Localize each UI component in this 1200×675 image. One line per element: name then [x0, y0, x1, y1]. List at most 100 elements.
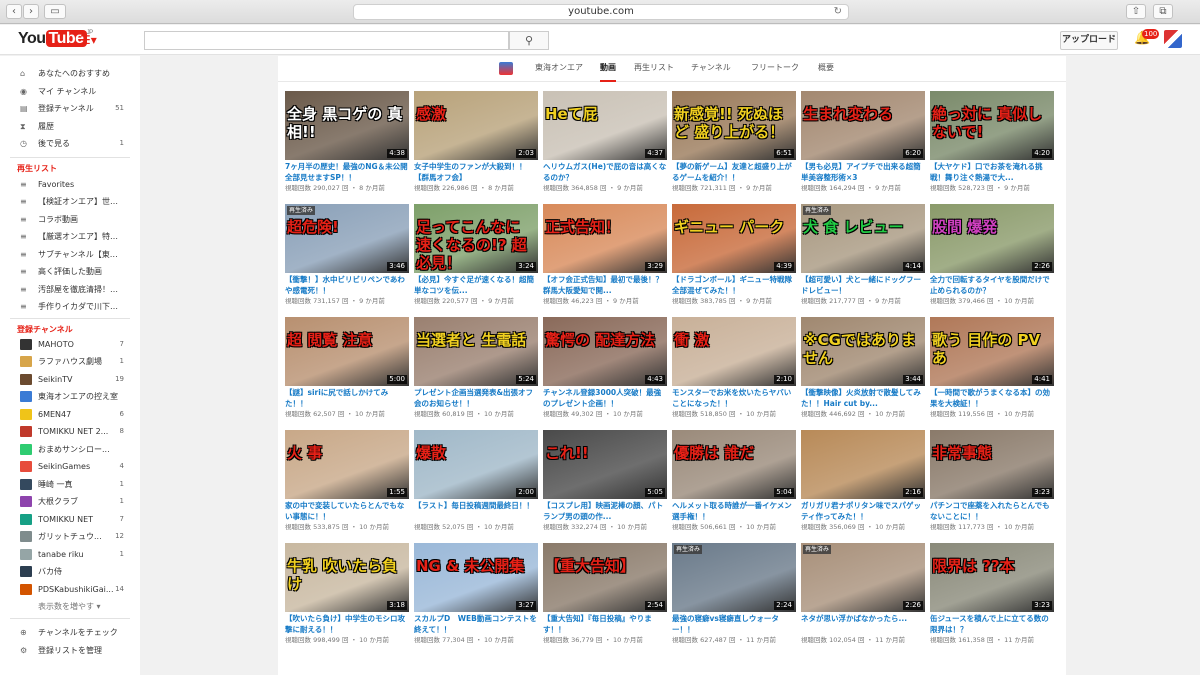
video-card[interactable]: 非常事態 3:23 パチンコで座薬を入れたらとんでもないことに！！ 視聴回数 117,… — [930, 430, 1054, 542]
sidebar-item[interactable]: ⧗ 履歴 — [0, 118, 140, 135]
video-thumbnail[interactable]: 優勝は 誰だ 5:04 — [672, 430, 796, 499]
video-thumbnail[interactable]: 再生済み 2:26 — [801, 543, 925, 612]
video-title[interactable]: 7ヶ月半の歴史！最強のNG＆未公開全部見せますSP！！ — [285, 162, 409, 184]
video-thumbnail[interactable]: 絶っ対に 真似しないで! 4:20 — [930, 91, 1054, 160]
show-more-link[interactable]: 表示数を増やす ▾ — [0, 598, 140, 615]
tab-about[interactable]: 概要 — [818, 56, 834, 82]
video-thumbnail[interactable]: 驚愕の 配達方法 4:43 — [543, 317, 667, 386]
video-thumbnail[interactable]: 超 閲覧 注意 5:00 — [285, 317, 409, 386]
video-thumbnail[interactable]: 衝 激 2:10 — [672, 317, 796, 386]
video-card[interactable]: Heて屁 4:37 ヘリウムガス(He)で屁の音は高くなるのか？ 視聴回数 364,8… — [543, 91, 667, 203]
search-button[interactable]: ⚲ — [509, 31, 549, 50]
sidebar-item[interactable]: ラファハウス劇場 1 — [0, 353, 140, 370]
video-card[interactable]: 限界は ??本 3:23 缶ジュースを積んで上に立てる数の限界は！？ 視聴回数 161… — [930, 543, 1054, 655]
sidebar-item[interactable]: ≡ 【検証オンエア】世界... — [0, 193, 140, 210]
video-card[interactable]: 正式告知！ 3:29 【オフ会正式告知】最初で最後！？群馬大阪愛知で開... 視聴回数… — [543, 204, 667, 316]
sidebar-item[interactable]: ◷ 後で見る 1 — [0, 135, 140, 152]
sidebar-item[interactable]: ⌂ あなたへのおすすめ — [0, 65, 140, 82]
sidebar-item[interactable]: ガリットチュウ... 12 — [0, 528, 140, 545]
address-bar[interactable]: youtube.com ↻ — [353, 4, 849, 20]
video-title[interactable]: 【衝撃映像】火炎放射で散髪してみた！！Hair cut by... — [801, 388, 925, 410]
sidebar-item[interactable]: tanabe riku 1 — [0, 546, 140, 563]
upload-button[interactable]: アップロード — [1060, 31, 1118, 50]
video-title[interactable]: 【コスプレ用】映画泥棒の顔、パトランプ男の頭の作... — [543, 501, 667, 523]
sidebar-item[interactable]: 6MEN47 6 — [0, 406, 140, 423]
sidebar-item[interactable]: MAHOTO 7 — [0, 336, 140, 353]
tab-videos[interactable]: 動画 — [600, 56, 616, 82]
channel-logo-icon[interactable] — [499, 62, 513, 75]
video-thumbnail[interactable]: 当選者と 生電話 5:24 — [414, 317, 538, 386]
video-thumbnail[interactable]: 爆散 2:00 — [414, 430, 538, 499]
tab-playlists[interactable]: 再生リスト — [634, 56, 674, 82]
video-title[interactable]: 缶ジュースを積んで上に立てる数の限界は！？ — [930, 614, 1054, 636]
sidebar-item[interactable]: ≡ サブチャンネル【東海... — [0, 246, 140, 263]
tab-channels[interactable]: チャンネル — [691, 56, 731, 82]
video-title[interactable]: 【男も必見】アイプチで出来る超簡単美容整形術×3 — [801, 162, 925, 184]
share-icon[interactable]: ⇧ — [1126, 4, 1146, 19]
sidebar-item[interactable]: ≡ 高く評価した動画 — [0, 263, 140, 280]
sidebar-item[interactable]: ◉ マイ チャンネル — [0, 83, 140, 100]
video-title[interactable]: 女子中学生のファンが大殺到！！【群馬オフ会】 — [414, 162, 538, 184]
video-card[interactable]: 当選者と 生電話 5:24 プレゼント企画当選発表&出張オフ会のお知らせ！！ 視聴回数… — [414, 317, 538, 429]
video-title[interactable]: スカルプD WEB動画コンテストを終えて！！ — [414, 614, 538, 636]
video-thumbnail[interactable]: 【重大告知】 2:54 — [543, 543, 667, 612]
sidebar-item[interactable]: バカ侍 — [0, 563, 140, 580]
video-thumbnail[interactable]: 歌う 目作の PVあ 4:41 — [930, 317, 1054, 386]
sidebar-item[interactable]: 大根クラブ 1 — [0, 493, 140, 510]
video-title[interactable]: 【必見】今すぐ足が速くなる！超簡単なコツを伝... — [414, 275, 538, 297]
tabs-icon[interactable]: ⧉ — [1153, 4, 1173, 19]
sidebar-item[interactable]: TOMIKKU NET 2... 8 — [0, 423, 140, 440]
video-card[interactable]: 衝 激 2:10 モンスターでお米を炊いたらヤバいことになった！！ 視聴回数 518,… — [672, 317, 796, 429]
video-card[interactable]: 足ってこんなに 速くなるの!? 超必見！ 3:24 【必見】今すぐ足が速くなる！超簡… — [414, 204, 538, 316]
video-title[interactable]: 【衝撃！】水中ビリビリペンであわや感電死！！ — [285, 275, 409, 297]
video-title[interactable]: チャンネル登録3000人突破！最強のプレゼント企画！！ — [543, 388, 667, 410]
video-thumbnail[interactable]: これ!! 5:05 — [543, 430, 667, 499]
sidebar-item[interactable]: 睡崎 一真 1 — [0, 476, 140, 493]
video-thumbnail[interactable]: 犬 食 レビュー 再生済み 4:14 — [801, 204, 925, 273]
sidebar-item[interactable]: ⊕ チャンネルをチェック — [0, 624, 140, 641]
video-thumbnail[interactable]: 牛乳 吹いたら負け 3:18 — [285, 543, 409, 612]
video-thumbnail[interactable]: 超危険! 再生済み 3:46 — [285, 204, 409, 273]
video-title[interactable]: 【大ヤケド】口でお茶を淹れる挑戦！舞り注ぐ熱湯で大... — [930, 162, 1054, 184]
sidebar-item[interactable]: ≡ 【厳選オンエア】特に... — [0, 228, 140, 245]
video-title[interactable]: 【ラスト】毎日投稿週間最終日！！ — [414, 501, 538, 523]
video-card[interactable]: 感激 2:03 女子中学生のファンが大殺到！！【群馬オフ会】 視聴回数 226,986… — [414, 91, 538, 203]
video-card[interactable]: ※CGではありません 3:44 【衝撃映像】火炎放射で散髪してみた！！Hair cu… — [801, 317, 925, 429]
video-thumbnail[interactable]: 感激 2:03 — [414, 91, 538, 160]
forward-button[interactable]: › — [23, 4, 39, 19]
video-title[interactable]: ヘルメット取る時誰が一番イケメン選手権！！ — [672, 501, 796, 523]
video-card[interactable]: 股間 爆発 2:26 全力で回転するタイヤを股間だけで止められるのか？ 視聴回数 37… — [930, 204, 1054, 316]
video-card[interactable]: NG & 未公開集 3:27 スカルプD WEB動画コンテストを終えて！！ 視聴回数 … — [414, 543, 538, 655]
video-card[interactable]: 優勝は 誰だ 5:04 ヘルメット取る時誰が一番イケメン選手権！！ 視聴回数 506,… — [672, 430, 796, 542]
video-thumbnail[interactable]: 新感覚!! 死ぬほど 盛り上がる！ 6:51 — [672, 91, 796, 160]
sidebar-toggle-icon[interactable]: ▭ — [44, 4, 66, 19]
sidebar-item[interactable]: TOMIKKU NET 7 — [0, 511, 140, 528]
video-card[interactable]: 爆散 2:00 【ラスト】毎日投稿週間最終日！！ 視聴回数 52,075 回 ・ 10… — [414, 430, 538, 542]
sidebar-item[interactable]: ⚙ 登録リストを管理 — [0, 642, 140, 659]
video-thumbnail[interactable]: 股間 爆発 2:26 — [930, 204, 1054, 273]
video-thumbnail[interactable]: ギニュー パーク 4:39 — [672, 204, 796, 273]
sidebar-item[interactable]: ≡ 手作りイカダで川下り！ — [0, 298, 140, 315]
video-card[interactable]: 超 閲覧 注意 5:00 【謎】siriに尻で話しかけてみた！！ 視聴回数 62,50… — [285, 317, 409, 429]
video-thumbnail[interactable]: 限界は ??本 3:23 — [930, 543, 1054, 612]
video-card[interactable]: これ!! 5:05 【コスプレ用】映画泥棒の顔、パトランプ男の頭の作... 視聴回数 … — [543, 430, 667, 542]
video-card[interactable]: 絶っ対に 真似しないで! 4:20 【大ヤケド】口でお茶を淹れる挑戦！舞り注ぐ熱湯で… — [930, 91, 1054, 203]
video-thumbnail[interactable]: NG & 未公開集 3:27 — [414, 543, 538, 612]
sidebar-item[interactable]: SeikinGames 4 — [0, 458, 140, 475]
video-card[interactable]: 犬 食 レビュー 再生済み 4:14 【超可愛い】犬と一緒にドッグフードレビュー！ 視聴… — [801, 204, 925, 316]
video-thumbnail[interactable]: ※CGではありません 3:44 — [801, 317, 925, 386]
sidebar-item[interactable]: おまめサンシロー... — [0, 441, 140, 458]
video-title[interactable]: ネタが思い浮かばなかったら... — [801, 614, 925, 636]
sidebar-item[interactable]: ≡ Favorites — [0, 176, 140, 193]
sidebar-item[interactable]: ≡ コラボ動画 — [0, 211, 140, 228]
video-card[interactable]: 全身 黒コゲの 真相!! 4:38 7ヶ月半の歴史！最強のNG＆未公開全部見せますS… — [285, 91, 409, 203]
video-title[interactable]: 【謎】siriに尻で話しかけてみた！！ — [285, 388, 409, 410]
tab-free-talk[interactable]: フリートーク — [751, 56, 799, 82]
video-thumbnail[interactable]: 非常事態 3:23 — [930, 430, 1054, 499]
video-thumbnail[interactable]: 生まれ変わる 6:20 — [801, 91, 925, 160]
video-thumbnail[interactable]: 正式告知！ 3:29 — [543, 204, 667, 273]
sidebar-item[interactable]: 東海オンエアの控え室 — [0, 388, 140, 405]
video-title[interactable]: 【重大告知】『毎日投稿』やります！！ — [543, 614, 667, 636]
avatar[interactable] — [1164, 30, 1182, 48]
video-thumbnail[interactable]: 2:16 — [801, 430, 925, 499]
